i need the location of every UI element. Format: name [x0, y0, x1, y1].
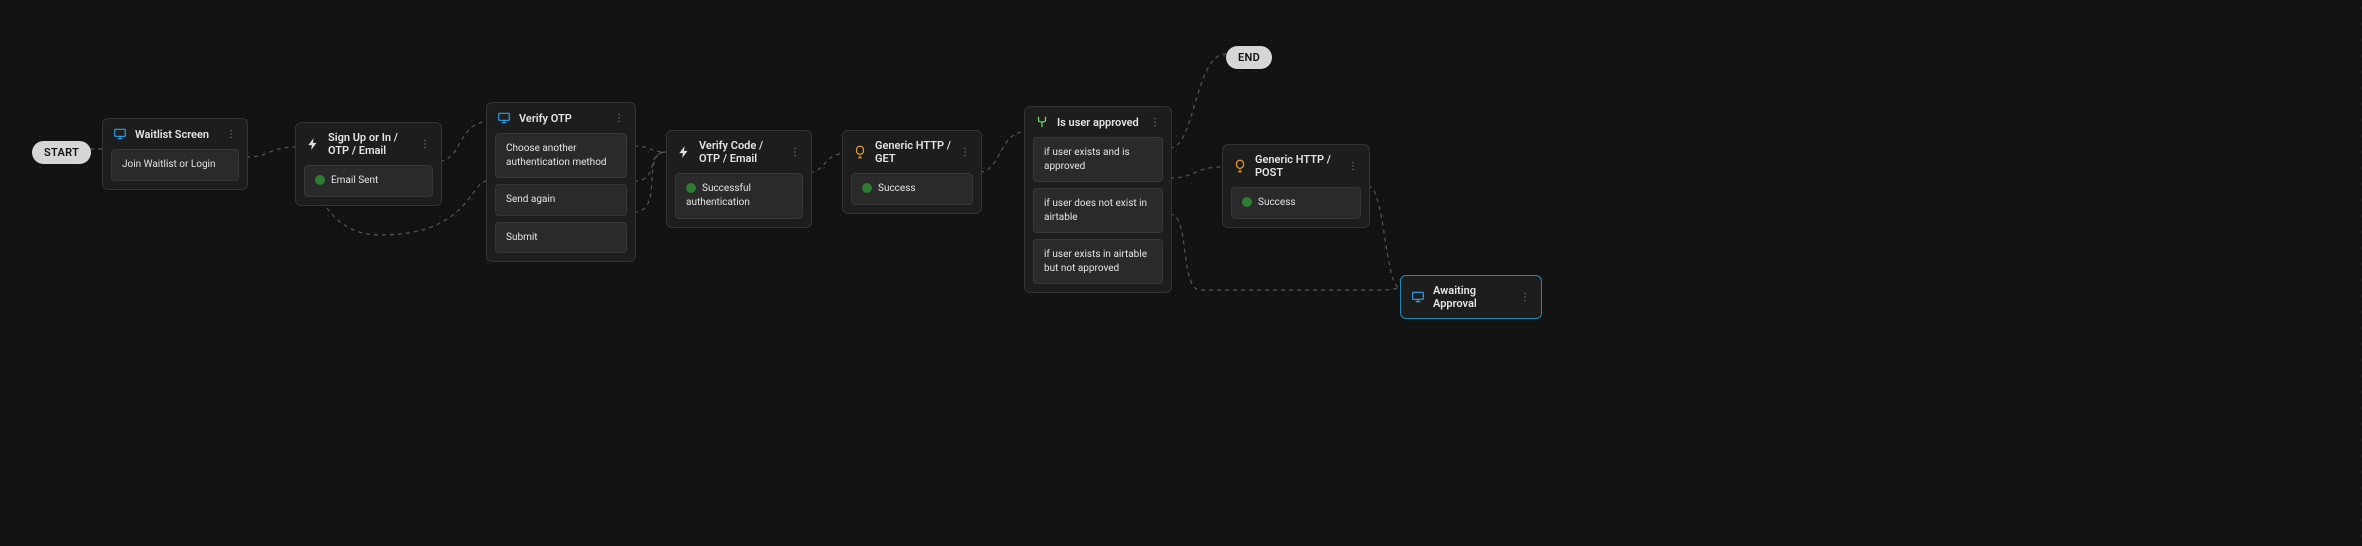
node-title: Awaiting Approval: [1433, 284, 1511, 310]
fork-icon: [1035, 115, 1049, 129]
outlet-success[interactable]: Success: [1231, 187, 1361, 219]
more-vert-icon[interactable]: [613, 112, 625, 124]
more-vert-icon[interactable]: [959, 146, 971, 158]
node-is-user-approved[interactable]: Is user approved if user exists and is a…: [1024, 106, 1172, 293]
node-title: Sign Up or In / OTP / Email: [328, 131, 411, 157]
more-vert-icon[interactable]: [789, 146, 801, 158]
monitor-icon: [113, 127, 127, 141]
node-waitlist-screen[interactable]: Waitlist Screen Join Waitlist or Login: [102, 118, 248, 190]
node-title: Generic HTTP / GET: [875, 139, 951, 165]
more-vert-icon[interactable]: [1149, 116, 1161, 128]
node-title: Verify OTP: [519, 112, 605, 125]
start-label: START: [44, 146, 79, 159]
outlet-user-not-approved[interactable]: if user exists in airtable but not appro…: [1033, 239, 1163, 284]
monitor-icon: [1411, 290, 1425, 304]
more-vert-icon[interactable]: [225, 128, 237, 140]
outlet-submit[interactable]: Submit: [495, 222, 627, 254]
outlet-user-exists-approved[interactable]: if user exists and is approved: [1033, 137, 1163, 182]
outlet-send-again[interactable]: Send again: [495, 184, 627, 216]
more-vert-icon[interactable]: [419, 138, 431, 150]
monitor-icon: [497, 111, 511, 125]
node-verify-code[interactable]: Verify Code / OTP / Email Successful aut…: [666, 130, 812, 228]
http-icon: [1233, 159, 1247, 173]
node-title: Is user approved: [1057, 116, 1141, 129]
http-icon: [853, 145, 867, 159]
outlet-join-waitlist[interactable]: Join Waitlist or Login: [111, 149, 239, 181]
node-verify-otp[interactable]: Verify OTP Choose another authentication…: [486, 102, 636, 262]
node-http-post[interactable]: Generic HTTP / POST Success: [1222, 144, 1370, 228]
node-title: Verify Code / OTP / Email: [699, 139, 781, 165]
node-awaiting-approval[interactable]: Awaiting Approval: [1400, 275, 1542, 319]
node-http-get[interactable]: Generic HTTP / GET Success: [842, 130, 982, 214]
start-terminal: START: [32, 141, 91, 164]
more-vert-icon[interactable]: [1347, 160, 1359, 172]
flow-wires: [0, 0, 2362, 546]
more-vert-icon[interactable]: [1519, 291, 1531, 303]
bolt-icon: [306, 137, 320, 151]
outlet-email-sent[interactable]: Email Sent: [304, 165, 433, 197]
outlet-choose-another-method[interactable]: Choose another authentication method: [495, 133, 627, 178]
outlet-successful-auth[interactable]: Successful authentication: [675, 173, 803, 219]
outlet-success[interactable]: Success: [851, 173, 973, 205]
bolt-icon: [677, 145, 691, 159]
outlet-user-not-exist[interactable]: if user does not exist in airtable: [1033, 188, 1163, 233]
node-title: Waitlist Screen: [135, 128, 217, 141]
end-terminal: END: [1226, 46, 1272, 69]
end-label: END: [1238, 51, 1260, 64]
node-title: Generic HTTP / POST: [1255, 153, 1339, 179]
node-sign-up-otp-email[interactable]: Sign Up or In / OTP / Email Email Sent: [295, 122, 442, 206]
